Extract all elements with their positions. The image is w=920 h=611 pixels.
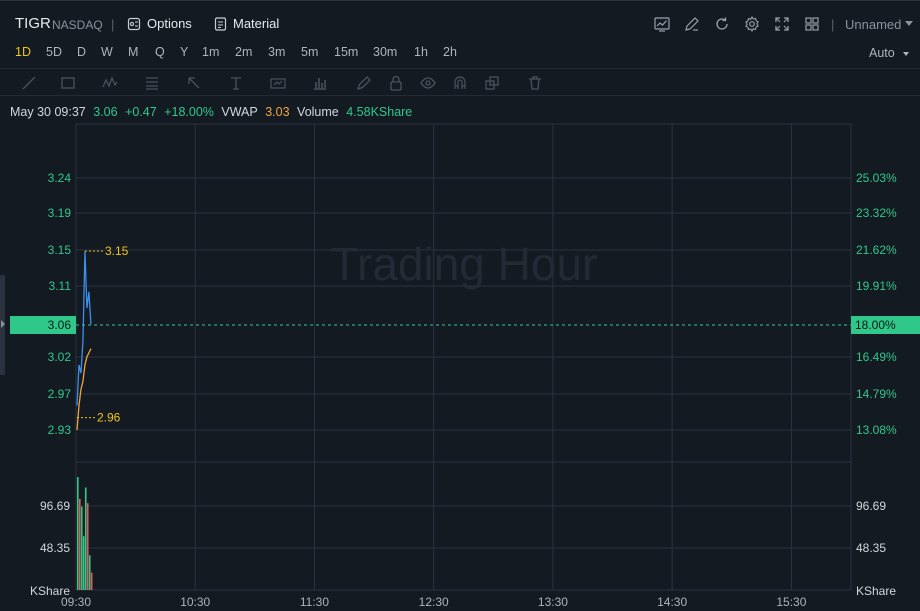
time-tick-label: 13:30 <box>538 595 568 609</box>
volume-tick-label: 96.69 <box>40 499 70 513</box>
time-tick-label: 12:30 <box>419 595 449 609</box>
price-line <box>76 251 92 406</box>
time-tick-label: 14:30 <box>657 595 687 609</box>
volume-bar <box>88 555 91 590</box>
volume-bar <box>77 477 79 590</box>
percent-tick-label: 16.49% <box>856 350 897 364</box>
chart-watermark: Trading Hour <box>331 238 598 290</box>
current-percent-label: 18.00% <box>855 318 896 332</box>
time-tick-label: 11:30 <box>300 595 329 609</box>
percent-tick-label: 14.79% <box>856 387 897 401</box>
volume-bar <box>82 536 85 590</box>
volume-bar <box>80 506 83 590</box>
intraday-chart[interactable]: Trading Hour 3.15 2.96 3.24 3.19 3.15 3.11 3.… <box>0 0 920 611</box>
time-tick-label: 15:30 <box>776 595 806 609</box>
percent-tick-label: 21.62% <box>856 243 897 257</box>
current-price-label: 3.06 <box>48 318 72 332</box>
price-tick-label: 2.93 <box>48 423 72 437</box>
high-price-label: 3.15 <box>105 244 129 258</box>
price-tick-label: 2.97 <box>48 387 72 401</box>
percent-tick-label: 19.91% <box>856 279 897 293</box>
time-tick-label: 09:30 <box>61 595 91 609</box>
percent-tick-label: 13.08% <box>856 423 897 437</box>
price-tick-label: 3.24 <box>48 171 72 185</box>
time-tick-label: 10:30 <box>180 595 210 609</box>
price-tick-label: 3.19 <box>48 206 72 220</box>
volume-bar <box>86 503 89 590</box>
volume-bar <box>78 498 81 590</box>
volume-bar <box>84 487 87 590</box>
low-price-label: 2.96 <box>97 411 121 425</box>
volume-tick-label-right: 48.35 <box>856 541 886 555</box>
volume-tick-label-right: 96.69 <box>856 499 886 513</box>
vwap-line <box>76 348 92 431</box>
volume-tick-label: 48.35 <box>40 541 70 555</box>
percent-tick-label: 23.32% <box>856 206 897 220</box>
volume-unit-label-right: KShare <box>856 584 896 598</box>
percent-tick-label: 25.03% <box>856 171 897 185</box>
price-tick-label: 3.02 <box>48 350 72 364</box>
price-tick-label: 3.11 <box>49 279 72 293</box>
volume-bar <box>90 572 93 590</box>
price-tick-label: 3.15 <box>48 243 72 257</box>
